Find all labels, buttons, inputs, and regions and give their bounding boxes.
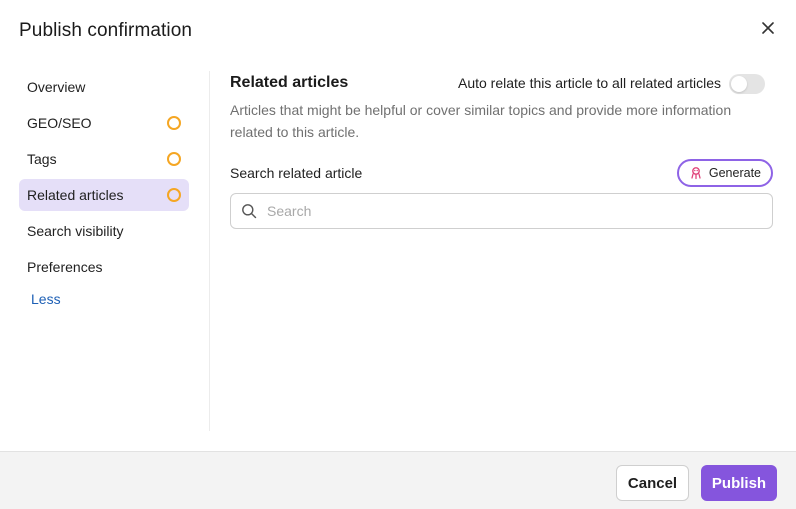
dialog-title: Publish confirmation: [19, 20, 193, 41]
search-input[interactable]: [267, 194, 762, 228]
dialog-footer: Cancel Publish: [0, 451, 796, 509]
sidebar-item-related-articles[interactable]: Related articles: [19, 179, 189, 211]
sidebar-nav: Overview GEO/SEO Tags Related articles S…: [19, 71, 189, 309]
generate-label: Generate: [708, 166, 761, 180]
section-description: Articles that might be helpful or cover …: [230, 102, 732, 140]
sidebar-item-overview[interactable]: Overview: [19, 71, 189, 103]
section-title: Related articles: [230, 74, 349, 91]
incomplete-status-icon: [167, 188, 181, 202]
ai-bot-icon: [691, 167, 701, 180]
close-button[interactable]: [756, 16, 780, 40]
generate-button[interactable]: Generate: [676, 159, 773, 187]
close-icon: [762, 22, 774, 34]
show-less-link[interactable]: Less: [19, 289, 189, 309]
auto-relate-toggle[interactable]: [729, 74, 765, 94]
sidebar-item-label: GEO/SEO: [27, 115, 92, 131]
auto-relate-label: Auto relate this article to all related …: [457, 75, 721, 91]
toggle-knob: [731, 76, 747, 92]
sidebar-item-geo-seo[interactable]: GEO/SEO: [19, 107, 189, 139]
sidebar-item-label: Search visibility: [27, 223, 124, 239]
sidebar-item-label: Tags: [27, 151, 57, 167]
publish-confirmation-dialog: Publish confirmation Overview GEO/SEO Ta…: [0, 0, 796, 509]
sidebar-item-label: Related articles: [27, 187, 124, 203]
search-box: [230, 193, 773, 229]
search-related-label: Search related article: [230, 165, 363, 181]
publish-button[interactable]: Publish: [701, 465, 777, 501]
incomplete-status-icon: [167, 152, 181, 166]
search-icon: [242, 204, 257, 219]
sidebar-item-label: Preferences: [27, 259, 103, 275]
cancel-button[interactable]: Cancel: [616, 465, 689, 501]
sidebar-item-preferences[interactable]: Preferences: [19, 251, 189, 283]
sidebar-item-label: Overview: [27, 79, 86, 95]
sidebar-item-tags[interactable]: Tags: [19, 143, 189, 175]
sidebar-divider: [209, 71, 210, 431]
incomplete-status-icon: [167, 116, 181, 130]
sidebar-item-search-visibility[interactable]: Search visibility: [19, 215, 189, 247]
